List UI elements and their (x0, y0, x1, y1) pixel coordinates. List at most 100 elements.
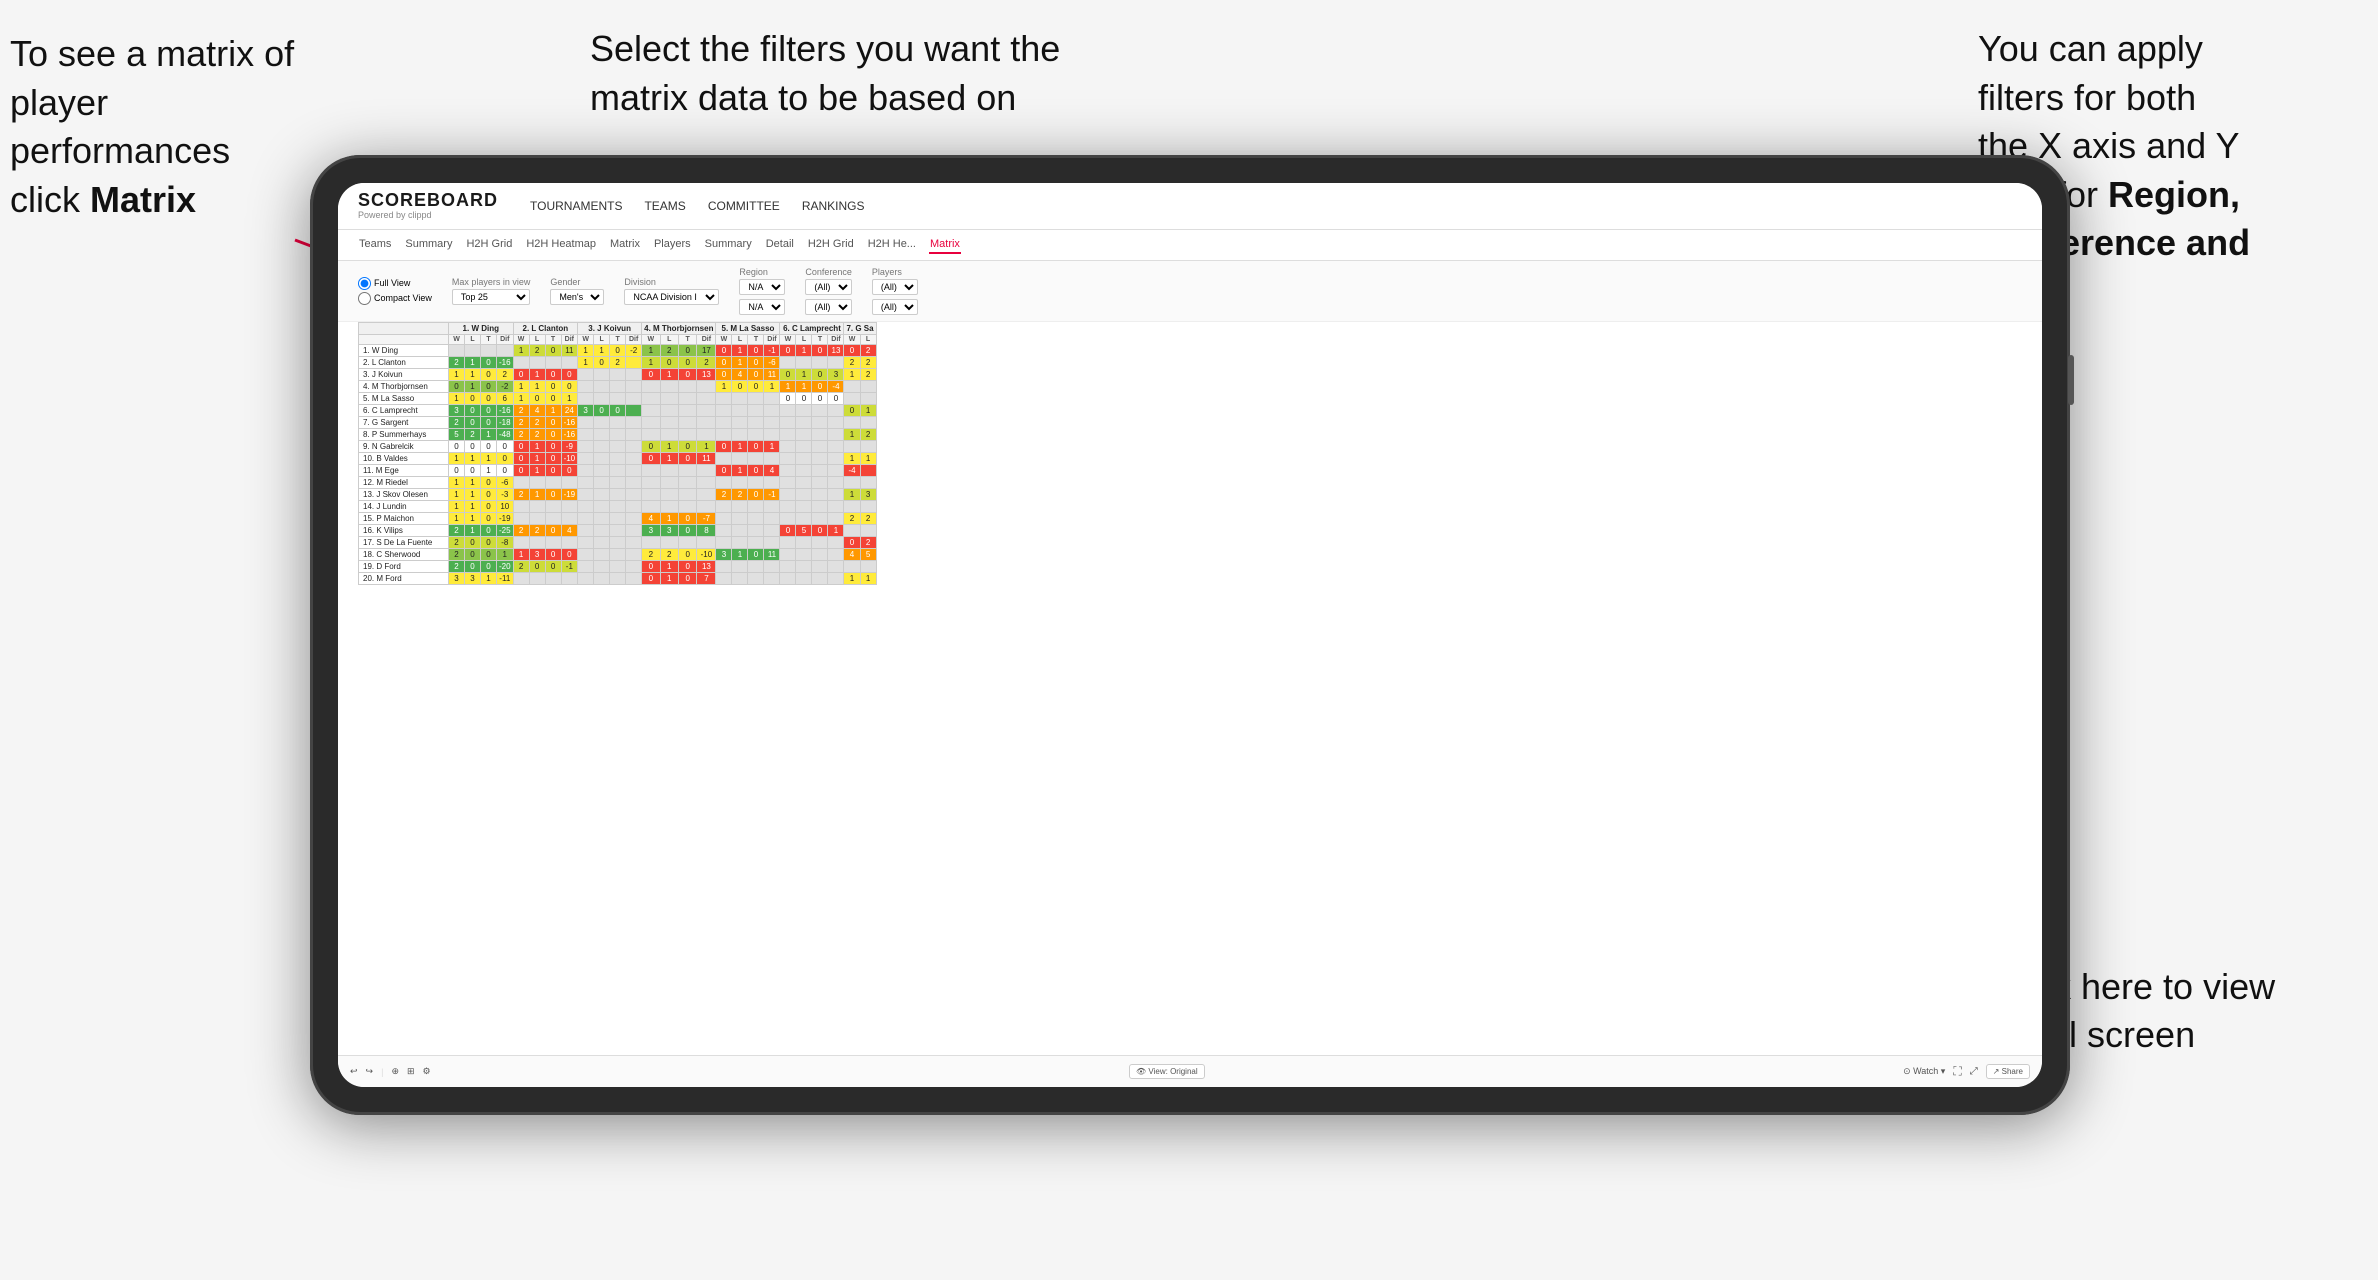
filter-players-select2[interactable]: (All) (872, 299, 918, 315)
row-label: 12. M Riedel (359, 476, 449, 488)
matrix-cell (594, 476, 610, 488)
matrix-cell (780, 440, 796, 452)
tab-h2h-heatmap[interactable]: H2H Heatmap (525, 236, 597, 254)
matrix-cell (561, 356, 578, 368)
matrix-cell: 1 (449, 452, 465, 464)
tab-teams[interactable]: Teams (358, 236, 392, 254)
matrix-cell (610, 500, 626, 512)
toolbar-undo[interactable]: ↩ (350, 1066, 358, 1077)
toolbar-zoom[interactable]: ⊕ (391, 1066, 399, 1077)
matrix-cell: 0 (481, 416, 497, 428)
matrix-cell: 0 (497, 464, 514, 476)
matrix-cell: 0 (678, 560, 696, 572)
matrix-cell (764, 560, 780, 572)
annotation-topleft: To see a matrix of player performances c… (10, 30, 330, 224)
filter-gender-select[interactable]: Men's (550, 289, 604, 305)
tab-players[interactable]: Players (653, 236, 692, 254)
filter-region-select1[interactable]: N/A (739, 279, 785, 295)
matrix-cell: 3 (660, 524, 678, 536)
toolbar-expand[interactable]: ⤢ (1970, 1066, 1978, 1077)
filter-conference-select2[interactable]: (All) (805, 299, 852, 315)
matrix-cell: 5 (796, 524, 812, 536)
tab-h2h-grid2[interactable]: H2H Grid (807, 236, 855, 254)
table-row: 10. B Valdes1110010-100101111 (359, 452, 877, 464)
matrix-cell (626, 476, 642, 488)
matrix-cell: -10 (697, 548, 716, 560)
matrix-cell: 0 (748, 368, 764, 380)
matrix-cell: 0 (642, 560, 660, 572)
filter-max-select[interactable]: Top 25 (452, 289, 531, 305)
matrix-cell: -48 (497, 428, 514, 440)
nav-committee[interactable]: COMMITTEE (706, 195, 782, 217)
matrix-cell (626, 368, 642, 380)
matrix-cell (716, 572, 732, 584)
filter-conference-select1[interactable]: (All) (805, 279, 852, 295)
nav-rankings[interactable]: RANKINGS (800, 195, 867, 217)
matrix-cell (626, 560, 642, 572)
tab-h2h-grid[interactable]: H2H Grid (465, 236, 513, 254)
table-row: 19. D Ford200-20200-101013 (359, 560, 877, 572)
matrix-cell: 2 (513, 560, 529, 572)
matrix-cell (642, 392, 660, 404)
matrix-cell (780, 476, 796, 488)
matrix-cell: 0 (545, 548, 561, 560)
filter-region-select2[interactable]: N/A (739, 299, 785, 315)
tab-summary[interactable]: Summary (404, 236, 453, 254)
matrix-cell (796, 536, 812, 548)
matrix-cell (660, 416, 678, 428)
filter-division-select[interactable]: NCAA Division I (624, 289, 719, 305)
matrix-cell (860, 416, 876, 428)
matrix-cell (796, 404, 812, 416)
matrix-cell: 3 (529, 548, 545, 560)
matrix-cell (716, 524, 732, 536)
matrix-cell (642, 488, 660, 500)
sh-dif5: Dif (764, 334, 780, 344)
matrix-cell: -1 (764, 488, 780, 500)
table-row: 17. S De La Fuente200-802 (359, 536, 877, 548)
matrix-cell (764, 536, 780, 548)
matrix-cell (828, 572, 844, 584)
matrix-cell (812, 488, 828, 500)
matrix-cell (610, 476, 626, 488)
tab-summary2[interactable]: Summary (704, 236, 753, 254)
matrix-cell (545, 356, 561, 368)
matrix-cell: 0 (844, 404, 860, 416)
tab-matrix-active[interactable]: Matrix (929, 236, 961, 254)
matrix-cell (610, 572, 626, 584)
matrix-cell: 1 (465, 380, 481, 392)
toolbar-watch[interactable]: ⊙ Watch ▾ (1903, 1066, 1945, 1077)
radio-compact-view[interactable] (358, 292, 371, 305)
matrix-cell: 1 (660, 572, 678, 584)
toolbar-settings[interactable]: ⚙ (423, 1066, 431, 1077)
matrix-cell: 3 (449, 572, 465, 584)
toolbar-fullscreen-icon[interactable]: ⛶ (1953, 1064, 1961, 1079)
matrix-cell (678, 380, 696, 392)
radio-full-view[interactable] (358, 277, 371, 290)
matrix-cell (660, 404, 678, 416)
filter-players-select1[interactable]: (All) (872, 279, 918, 295)
tab-matrix-main[interactable]: Matrix (609, 236, 641, 254)
matrix-cell (465, 344, 481, 356)
matrix-cell: 0 (748, 356, 764, 368)
matrix-cell (732, 572, 748, 584)
toolbar-redo[interactable]: ↪ (366, 1066, 374, 1077)
toolbar-share-button[interactable]: ↗ Share (1986, 1064, 2030, 1079)
matrix-cell: 1 (860, 452, 876, 464)
tab-h2hhe[interactable]: H2H He... (867, 236, 917, 254)
tablet-screen: SCOREBOARD Powered by clippd TOURNAMENTS… (338, 183, 2042, 1087)
row-label: 7. G Sargent (359, 416, 449, 428)
matrix-cell (626, 488, 642, 500)
col-header-6: 6. C Lamprecht (780, 322, 844, 334)
matrix-cell (594, 428, 610, 440)
sh-t5: T (748, 334, 764, 344)
toolbar-view-original[interactable]: 👁 View: Original (1129, 1064, 1205, 1079)
tablet-power-button[interactable] (2068, 355, 2074, 405)
tab-detail[interactable]: Detail (765, 236, 795, 254)
toolbar-grid[interactable]: ⊞ (407, 1066, 415, 1077)
nav-tournaments[interactable]: TOURNAMENTS (528, 195, 624, 217)
matrix-cell: 0 (481, 560, 497, 572)
matrix-cell (716, 536, 732, 548)
matrix-cell: -16 (497, 356, 514, 368)
matrix-cell: 0 (828, 392, 844, 404)
nav-teams[interactable]: TEAMS (642, 195, 687, 217)
